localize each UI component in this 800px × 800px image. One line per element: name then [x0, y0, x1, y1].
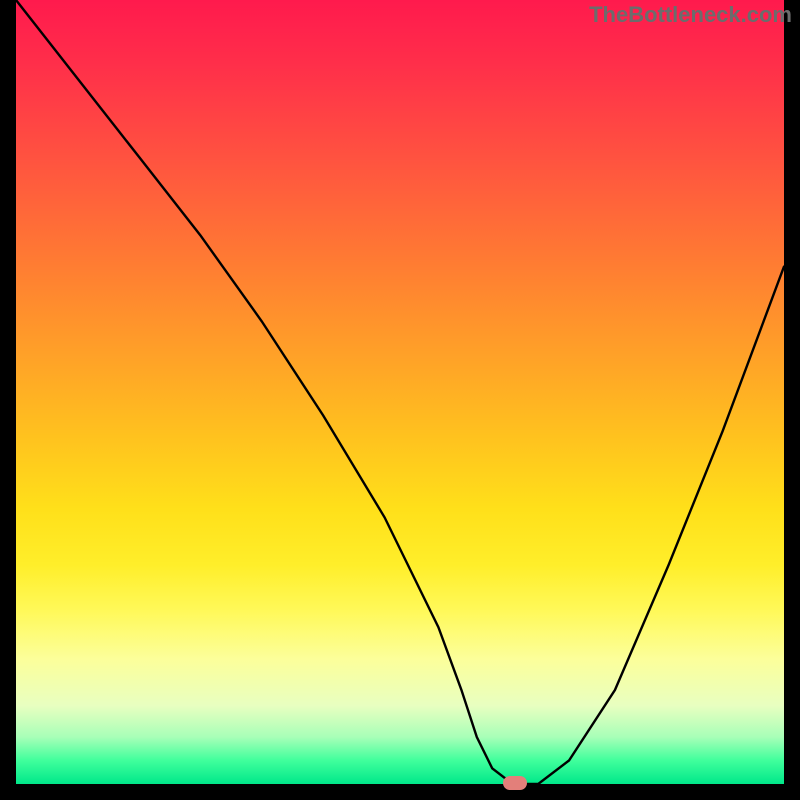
chart-curve-svg — [16, 0, 784, 784]
chart-curve — [16, 0, 784, 784]
watermark-text: TheBottleneck.com — [589, 2, 792, 28]
chart-frame — [16, 0, 784, 784]
chart-optimum-marker — [503, 776, 527, 790]
